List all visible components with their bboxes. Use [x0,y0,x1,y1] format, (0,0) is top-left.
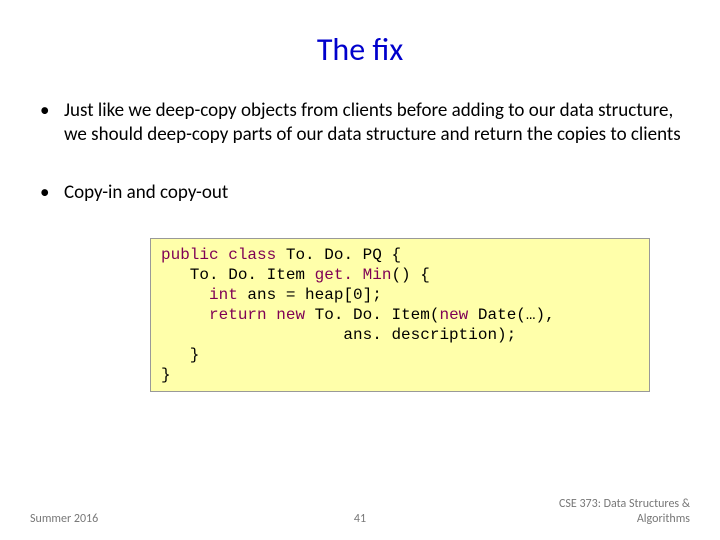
slide: The fix Just like we deep-copy objects f… [0,0,720,540]
code-text: () { [391,266,429,284]
bullet-item: Just like we deep-copy objects from clie… [30,99,690,147]
bullet-item: Copy-in and copy-out [30,181,690,205]
keyword: new [439,306,468,324]
keyword: return [209,306,267,324]
footer-course: CSE 373: Data Structures & Algorithms [559,497,690,526]
code-text: ans. description); [161,326,516,344]
slide-title: The fix [30,30,690,69]
slide-number: 41 [354,512,366,526]
method-name: get. Min [315,266,392,284]
footer-term: Summer 2016 [30,512,98,526]
code-text: To. Do. Item [161,266,315,284]
code-text: To. Do. Item( [305,306,439,324]
keyword: class [228,246,276,264]
code-text: } [161,346,199,364]
bullet-list: Just like we deep-copy objects from clie… [30,99,690,204]
code-text: } [161,366,171,384]
keyword: new [276,306,305,324]
code-text: To. Do. PQ { [276,246,401,264]
code-text: ans = heap[0]; [238,286,382,304]
code-block: public class To. Do. PQ { To. Do. Item g… [150,238,650,392]
footer-course-line: Algorithms [637,512,690,526]
footer-course-line: CSE 373: Data Structures & [559,497,690,511]
keyword: int [209,286,238,304]
keyword: public [161,246,219,264]
code-text: Date(…), [468,306,554,324]
